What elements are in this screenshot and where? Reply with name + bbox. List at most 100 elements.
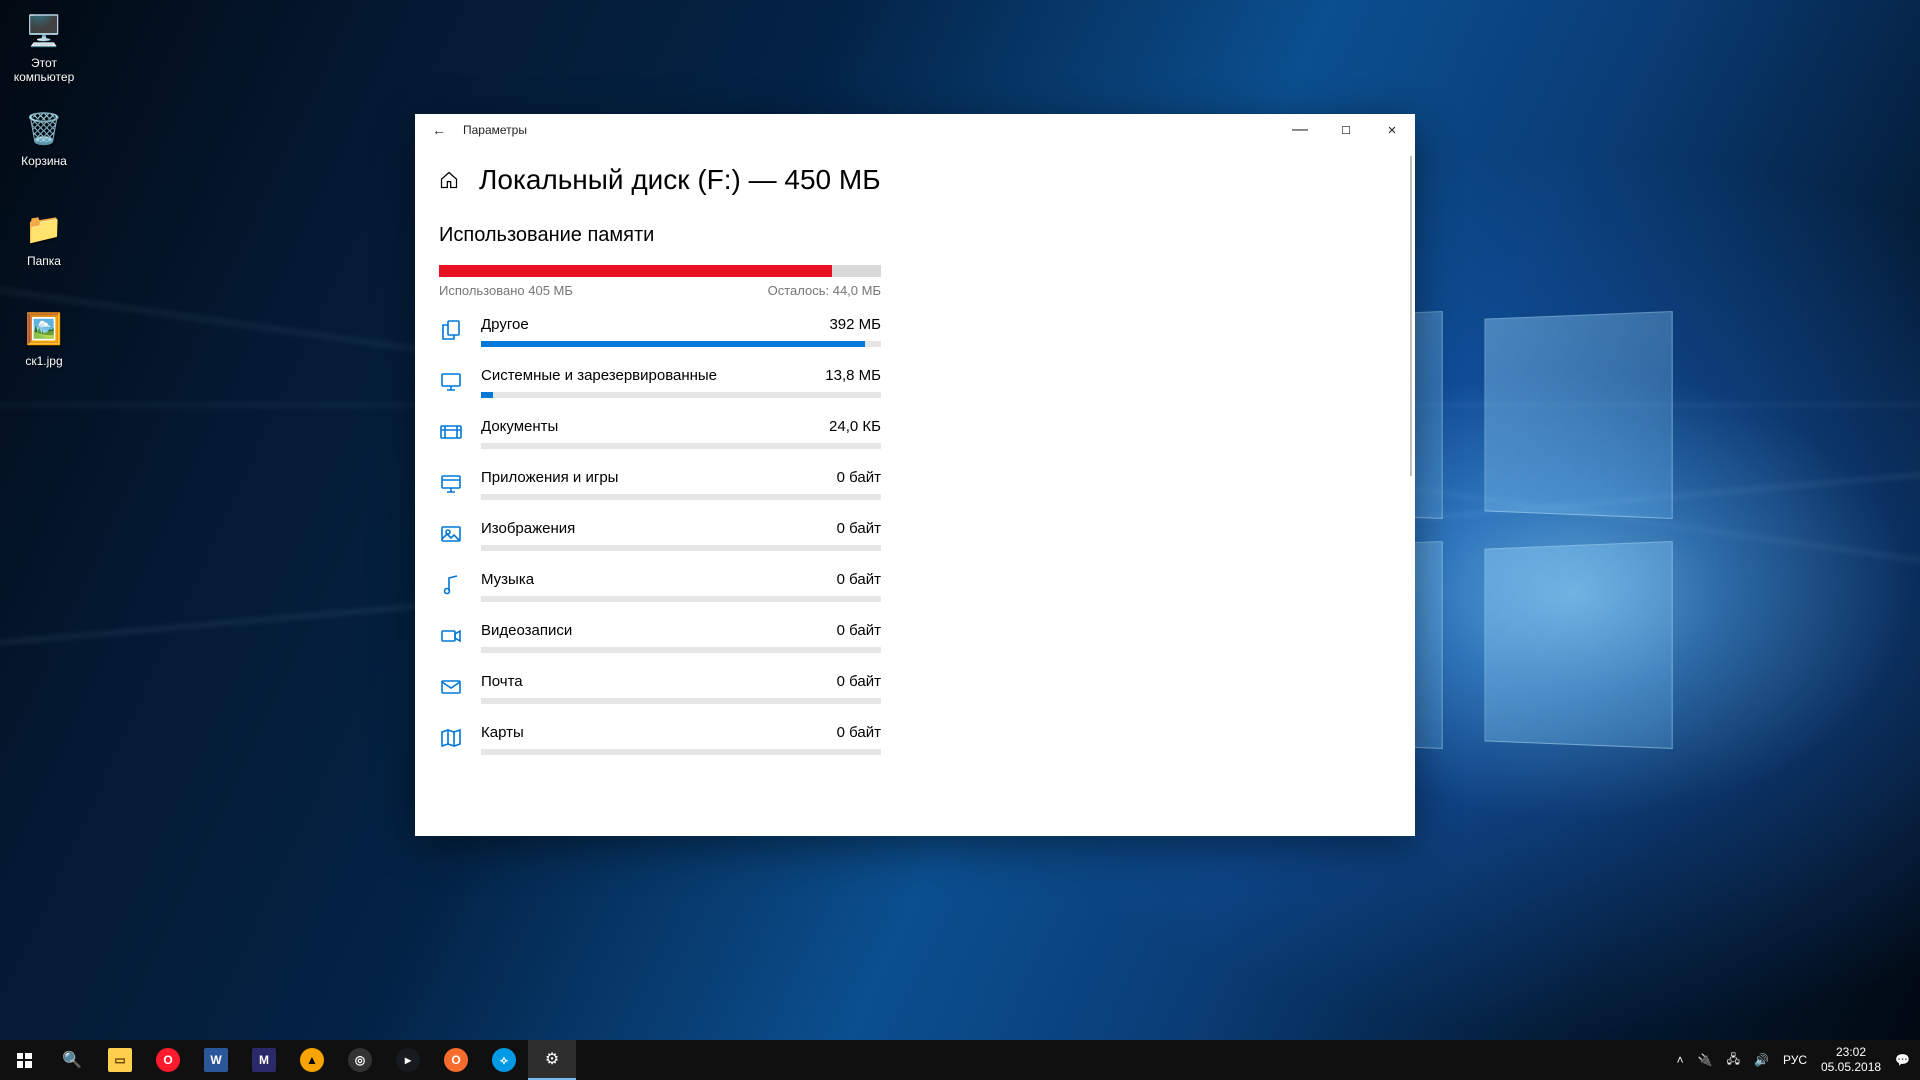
desktop-icon-folder[interactable]: Папка (6, 208, 82, 268)
category-size: 24,0 КБ (829, 418, 881, 435)
storage-category-images[interactable]: Изображения 0 байт (439, 520, 881, 551)
desktop-icon-label: ск1.jpg (6, 354, 82, 368)
category-name: Приложения и игры (481, 469, 618, 486)
other-icon (439, 318, 463, 342)
storage-usage-fill (439, 265, 832, 277)
storage-category-other[interactable]: Другое392 МБ (439, 316, 881, 347)
category-size: 0 байт (837, 520, 881, 537)
home-icon[interactable] (439, 170, 459, 190)
category-size: 0 байт (837, 469, 881, 486)
titlebar[interactable]: ← Параметры ― ☐ ✕ (415, 114, 1415, 146)
tray-language[interactable]: РУС (1783, 1053, 1807, 1067)
storage-category-docs[interactable]: Документы 24,0 КБ (439, 418, 881, 449)
apps-icon (439, 471, 463, 495)
windows-icon (17, 1053, 32, 1068)
minimize-button[interactable]: ― (1277, 114, 1323, 146)
start-button[interactable] (0, 1040, 48, 1080)
steam-icon: ▸ (396, 1048, 420, 1072)
desktop: Этот компьютер Корзина Папка ск1.jpg ← П… (0, 0, 1920, 1080)
taskbar-app-origin[interactable]: O (432, 1040, 480, 1080)
category-bar (481, 545, 881, 551)
this-pc-icon (23, 10, 65, 52)
taskbar-clock[interactable]: 23:02 05.05.2018 (1821, 1045, 1881, 1075)
clock-date: 05.05.2018 (1821, 1060, 1881, 1075)
m-icon: M (252, 1048, 276, 1072)
category-bar (481, 494, 881, 500)
category-bar (481, 443, 881, 449)
desktop-icon-image-file[interactable]: ск1.jpg (6, 308, 82, 368)
storage-category-system[interactable]: Системные и зарезервированные13,8 МБ (439, 367, 881, 398)
game-icon: ◎ (348, 1048, 372, 1072)
maximize-button[interactable]: ☐ (1323, 114, 1369, 146)
storage-free-label: Осталось: 44,0 МБ (768, 283, 881, 298)
category-name: Изображения (481, 520, 575, 537)
category-size: 0 байт (837, 622, 881, 639)
taskbar-app-settings[interactable]: ⚙ (528, 1040, 576, 1080)
mail-icon (439, 675, 463, 699)
storage-category-video[interactable]: Видеозаписи 0 байт (439, 622, 881, 653)
taskbar-app-game[interactable]: ◎ (336, 1040, 384, 1080)
window-app-name: Параметры (463, 123, 1277, 137)
category-bar (481, 647, 881, 653)
word-icon: W (204, 1048, 228, 1072)
scrollbar[interactable] (1410, 156, 1412, 476)
category-size: 0 байт (837, 724, 881, 741)
category-size: 392 МБ (829, 316, 881, 333)
category-bar (481, 392, 881, 398)
desktop-icon-label: Корзина (6, 154, 82, 168)
tray-volume-icon[interactable]: 🔊 (1754, 1053, 1769, 1067)
storage-category-music[interactable]: Музыка 0 байт (439, 571, 881, 602)
battlenet-icon: ⟡ (492, 1048, 516, 1072)
images-icon (439, 522, 463, 546)
tray-network-icon[interactable]: 🖧 (1727, 1050, 1740, 1071)
opera-icon: O (156, 1048, 180, 1072)
section-title: Использование памяти (439, 224, 1393, 247)
taskbar-app-opera[interactable]: O (144, 1040, 192, 1080)
taskbar-app-battlenet[interactable]: ⟡ (480, 1040, 528, 1080)
gear-icon: ⚙ (545, 1049, 559, 1069)
storage-category-apps[interactable]: Приложения и игры 0 байт (439, 469, 881, 500)
tray-chevron-icon[interactable]: ˄ (1677, 1053, 1684, 1067)
taskbar-app-aimp[interactable]: ▲ (288, 1040, 336, 1080)
aimp-icon: ▲ (300, 1048, 324, 1072)
storage-category-maps[interactable]: Карты0 байт (439, 724, 881, 755)
system-icon (439, 369, 463, 393)
explorer-icon: ▭ (108, 1048, 132, 1072)
search-button[interactable]: 🔍 (48, 1040, 96, 1080)
image-file-icon (23, 308, 65, 350)
maps-icon (439, 726, 463, 750)
search-icon: 🔍 (62, 1050, 82, 1070)
taskbar: 🔍 ▭ O W M ▲ ◎ ▸ O ⟡ ⚙ ˄ 🔌 🖧 🔊 РУС 23:02 … (0, 1040, 1920, 1080)
desktop-icon-this-pc[interactable]: Этот компьютер (6, 10, 82, 84)
clock-time: 23:02 (1821, 1045, 1881, 1060)
category-name: Видеозаписи (481, 622, 572, 639)
category-bar (481, 698, 881, 704)
desktop-icon-label: Папка (6, 254, 82, 268)
taskbar-app-word[interactable]: W (192, 1040, 240, 1080)
category-name: Документы (481, 418, 558, 435)
category-name: Музыка (481, 571, 534, 588)
window-content: Локальный диск (F:) — 450 МБ Использован… (415, 146, 1415, 836)
video-icon (439, 624, 463, 648)
category-name: Почта (481, 673, 523, 690)
docs-icon (439, 420, 463, 444)
taskbar-app-m[interactable]: M (240, 1040, 288, 1080)
category-bar (481, 596, 881, 602)
tray-usb-icon[interactable]: 🔌 (1698, 1053, 1713, 1067)
desktop-icon-recycle-bin[interactable]: Корзина (6, 108, 82, 168)
settings-window: ← Параметры ― ☐ ✕ Локальный диск (F:) — … (415, 114, 1415, 836)
category-size: 0 байт (837, 571, 881, 588)
storage-usage-bar (439, 265, 881, 277)
category-bar (481, 341, 881, 347)
action-center-icon[interactable]: 💬 (1895, 1053, 1910, 1067)
music-icon (439, 573, 463, 597)
storage-used-label: Использовано 405 МБ (439, 283, 573, 298)
back-button[interactable]: ← (415, 122, 463, 138)
taskbar-app-explorer[interactable]: ▭ (96, 1040, 144, 1080)
category-name: Системные и зарезервированные (481, 367, 717, 384)
close-button[interactable]: ✕ (1369, 114, 1415, 146)
category-bar (481, 749, 881, 755)
storage-category-mail[interactable]: Почта0 байт (439, 673, 881, 704)
folder-icon (23, 208, 65, 250)
taskbar-app-steam[interactable]: ▸ (384, 1040, 432, 1080)
